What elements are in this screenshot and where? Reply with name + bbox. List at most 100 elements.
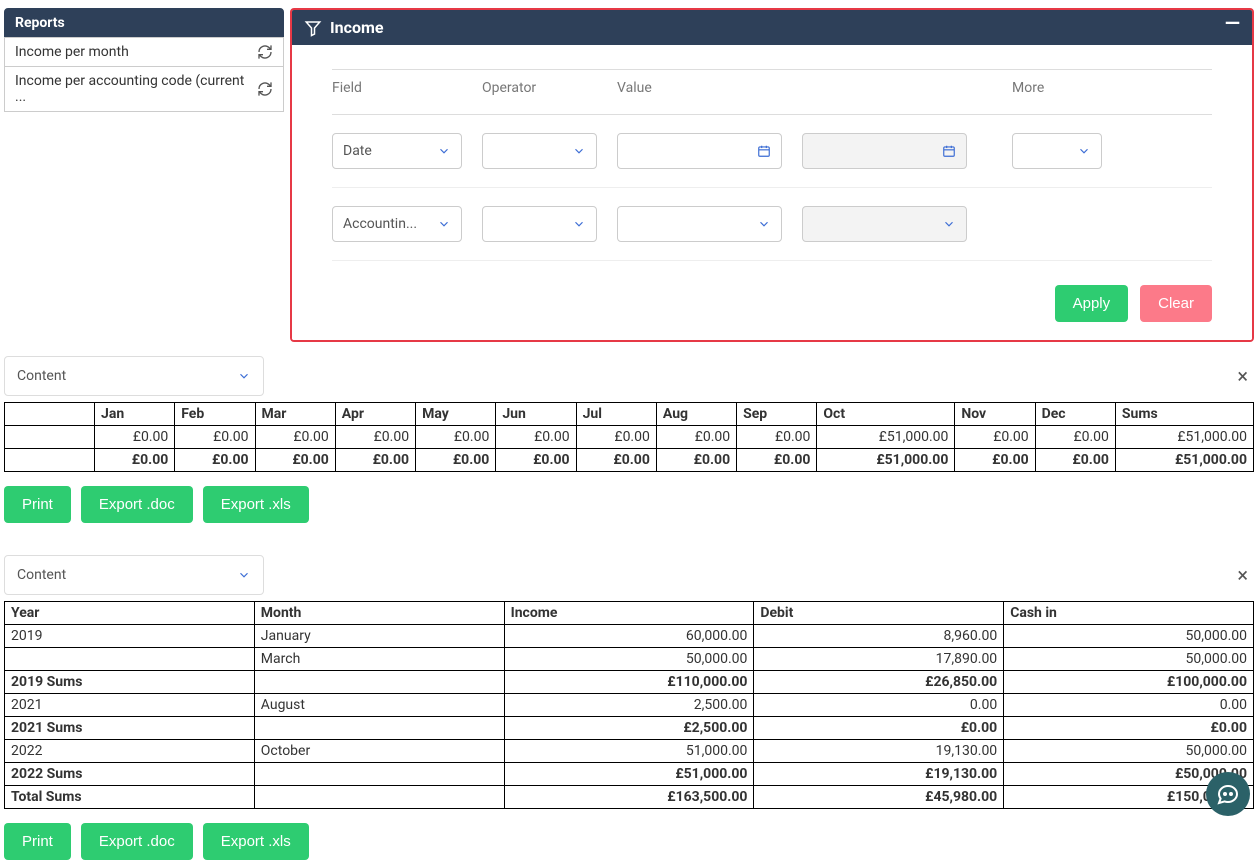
table-cell xyxy=(5,648,255,671)
table-cell: 2019 xyxy=(5,625,255,648)
filter-col-operator: Operator xyxy=(482,80,597,96)
minimize-icon[interactable]: — xyxy=(1225,16,1240,30)
table-cell: £51,000.00 xyxy=(1115,449,1253,472)
operator-select[interactable] xyxy=(482,133,597,169)
table-row: Total Sums£163,500.00£45,980.00£150,000.… xyxy=(5,786,1254,809)
table-cell: £19,130.00 xyxy=(754,763,1004,786)
table-cell: £45,980.00 xyxy=(754,786,1004,809)
value2-date-input-disabled xyxy=(802,133,967,169)
table-cell: £0.00 xyxy=(656,426,736,449)
chat-widget[interactable] xyxy=(1206,772,1250,816)
table-cell: £0.00 xyxy=(955,426,1035,449)
table-cell: 60,000.00 xyxy=(504,625,754,648)
content-dropdown[interactable]: Content xyxy=(4,356,264,396)
clear-button[interactable]: Clear xyxy=(1140,285,1212,322)
table-header: Sep xyxy=(737,403,817,426)
close-icon[interactable]: × xyxy=(1237,364,1254,388)
table-cell: £51,000.00 xyxy=(817,426,955,449)
table-cell: £0.00 xyxy=(335,449,415,472)
table-header: Jun xyxy=(496,403,576,426)
value2-select-disabled xyxy=(802,206,967,242)
calendar-icon xyxy=(757,144,771,158)
table-cell: 2022 xyxy=(5,740,255,763)
table-cell: £0.00 xyxy=(955,449,1035,472)
field-select-accounting[interactable]: Accountin... xyxy=(332,206,462,242)
close-icon[interactable]: × xyxy=(1237,563,1254,587)
table-cell: 2021 xyxy=(5,694,255,717)
table-header: Nov xyxy=(955,403,1035,426)
table-cell xyxy=(5,449,95,472)
reports-sidebar: Reports Income per month Income per acco… xyxy=(4,8,284,112)
filter-col-value: Value xyxy=(617,80,782,96)
sidebar-item-income-per-accounting-code[interactable]: Income per accounting code (current ... xyxy=(4,66,284,112)
table-cell xyxy=(254,671,504,694)
table-cell: £0.00 xyxy=(95,449,175,472)
table-cell xyxy=(254,717,504,740)
table-header: Income xyxy=(504,602,754,625)
table-cell: £0.00 xyxy=(1004,717,1254,740)
table-header: Aug xyxy=(656,403,736,426)
table-cell: £0.00 xyxy=(1035,449,1115,472)
filter-col-field: Field xyxy=(332,80,462,96)
filter-header: Income — xyxy=(292,10,1252,45)
table-row: 2021 Sums£2,500.00£0.00£0.00 xyxy=(5,717,1254,740)
print-button[interactable]: Print xyxy=(4,486,71,523)
chevron-down-icon xyxy=(757,217,771,231)
export-doc-button[interactable]: Export .doc xyxy=(81,823,193,860)
table-header: Jul xyxy=(576,403,656,426)
table-row: 2022October51,000.0019,130.0050,000.00 xyxy=(5,740,1254,763)
table-cell: £0.00 xyxy=(416,426,496,449)
more-select[interactable] xyxy=(1012,133,1102,169)
content-dropdown[interactable]: Content xyxy=(4,555,264,595)
table-cell: 17,890.00 xyxy=(754,648,1004,671)
table-cell: £0.00 xyxy=(576,449,656,472)
export-xls-button[interactable]: Export .xls xyxy=(203,486,309,523)
table-header: Cash in xyxy=(1004,602,1254,625)
table-cell: £0.00 xyxy=(416,449,496,472)
table-cell: £163,500.00 xyxy=(504,786,754,809)
operator-select[interactable] xyxy=(482,206,597,242)
table-cell: Total Sums xyxy=(5,786,255,809)
detail-income-table: YearMonthIncomeDebitCash in 2019January6… xyxy=(4,601,1254,809)
table-cell: 50,000.00 xyxy=(1004,648,1254,671)
report1-section: Content × JanFebMarAprMayJunJulAugSepOct… xyxy=(4,354,1254,523)
sidebar-item-income-per-month[interactable]: Income per month xyxy=(4,37,284,67)
table-cell: £51,000.00 xyxy=(817,449,955,472)
table-cell: 8,960.00 xyxy=(754,625,1004,648)
table-cell: £110,000.00 xyxy=(504,671,754,694)
print-button[interactable]: Print xyxy=(4,823,71,860)
field-select-date[interactable]: Date xyxy=(332,133,462,169)
table-cell: January xyxy=(254,625,504,648)
reports-sidebar-header: Reports xyxy=(4,8,284,38)
apply-button[interactable]: Apply xyxy=(1055,285,1129,322)
table-cell xyxy=(254,763,504,786)
chevron-down-icon xyxy=(237,568,251,582)
refresh-icon[interactable] xyxy=(257,44,273,60)
table-cell: £0.00 xyxy=(1035,426,1115,449)
table-row: 2019 Sums£110,000.00£26,850.00£100,000.0… xyxy=(5,671,1254,694)
refresh-icon[interactable] xyxy=(257,81,273,97)
table-cell: October xyxy=(254,740,504,763)
table-cell: £51,000.00 xyxy=(1115,426,1253,449)
table-cell: 0.00 xyxy=(1004,694,1254,717)
value-select[interactable] xyxy=(617,206,782,242)
table-cell: £0.00 xyxy=(335,426,415,449)
table-cell: 2021 Sums xyxy=(5,717,255,740)
sidebar-item-label: Income per month xyxy=(15,44,129,60)
table-cell: £51,000.00 xyxy=(504,763,754,786)
table-cell: £0.00 xyxy=(576,426,656,449)
table-header: May xyxy=(416,403,496,426)
table-cell xyxy=(5,426,95,449)
chevron-down-icon xyxy=(942,217,956,231)
table-cell: 51,000.00 xyxy=(504,740,754,763)
report2-section: Content × YearMonthIncomeDebitCash in 20… xyxy=(4,553,1254,860)
export-xls-button[interactable]: Export .xls xyxy=(203,823,309,860)
export-doc-button[interactable]: Export .doc xyxy=(81,486,193,523)
table-cell: 2,500.00 xyxy=(504,694,754,717)
chevron-down-icon xyxy=(572,144,586,158)
filter-columns-header: Field Operator Value More xyxy=(332,70,1212,115)
value-date-input[interactable] xyxy=(617,133,782,169)
table-cell: £2,500.00 xyxy=(504,717,754,740)
table-header: Month xyxy=(254,602,504,625)
table-header: Sums xyxy=(1115,403,1253,426)
